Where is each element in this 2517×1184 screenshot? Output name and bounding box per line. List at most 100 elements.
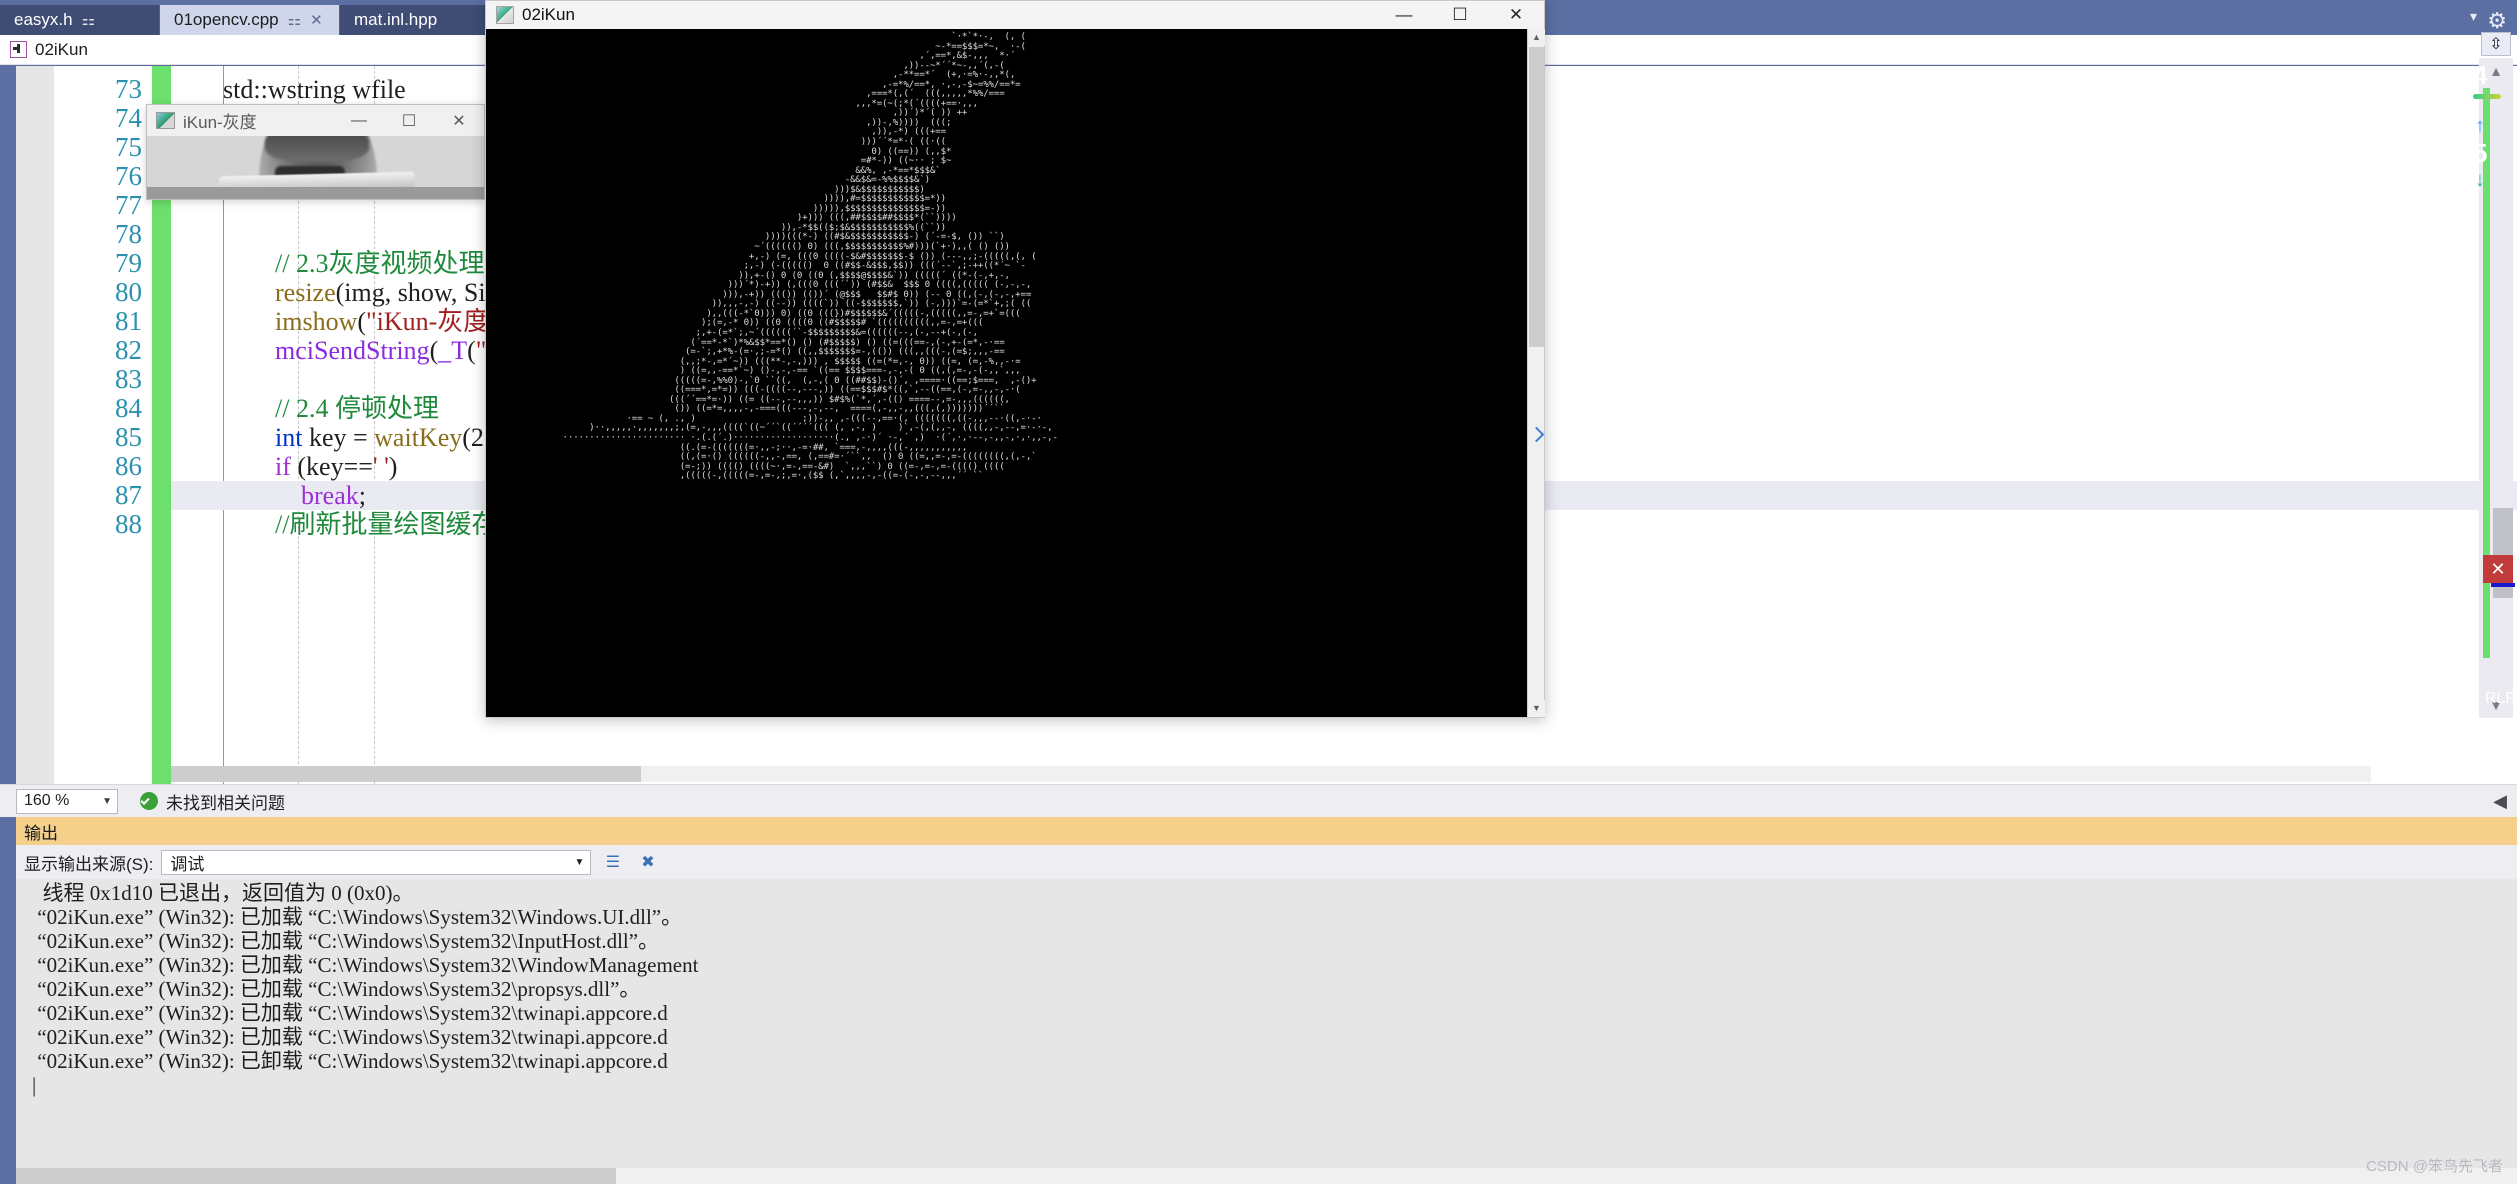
arrow-down-icon[interactable]: ↓ xyxy=(2471,169,2517,192)
close-icon[interactable]: ✕ xyxy=(2483,555,2513,583)
gear-icon[interactable]: ⚙ xyxy=(2487,8,2507,34)
code-token: (img, show, Siz xyxy=(335,278,498,307)
scroll-down-arrow[interactable]: ▼ xyxy=(1528,700,1545,717)
ikun-window-controls: — ☐ ✕ xyxy=(334,105,484,136)
caret-position-marker xyxy=(2491,583,2515,587)
code-token: int xyxy=(223,423,303,452)
minimize-icon[interactable]: — xyxy=(334,105,384,136)
chevron-down-icon[interactable]: ▾ xyxy=(2470,8,2477,25)
output-line: “02iKun.exe” (Win32): 已卸载 “C:\Windows\Sy… xyxy=(32,1049,668,1073)
watermark: CSDN @笨鸟先飞者 xyxy=(2366,1158,2503,1175)
console-window[interactable]: 02iKun — ☐ ✕ `·*`*·-, (, (~-*==$$$=*~, … xyxy=(485,0,1545,718)
code-token: ( xyxy=(467,336,476,365)
list-icon[interactable]: ☰ xyxy=(599,850,626,875)
scroll-up-arrow[interactable]: ▲ xyxy=(1528,29,1545,46)
minimize-icon[interactable]: — xyxy=(1376,1,1432,29)
image-window-icon xyxy=(156,112,175,129)
scrollbar-thumb[interactable] xyxy=(171,766,641,782)
code-token: ( xyxy=(357,307,367,336)
breakpoint-gutter[interactable] xyxy=(16,66,54,784)
output-source-select[interactable]: 调试 ▼ xyxy=(161,849,592,875)
badge-count-bottom: 5 xyxy=(2473,138,2488,168)
chevron-down-icon[interactable]: ▼ xyxy=(574,857,584,868)
code-token: imshow xyxy=(223,307,358,336)
issue-status[interactable]: 未找到相关问题 xyxy=(140,789,285,814)
maximize-icon[interactable]: ☐ xyxy=(384,105,434,136)
line-number-gutter: 73 74 75 76 77 78 79 80 81 82 83 84 85 86 87 88 xyxy=(54,66,152,784)
code-token: mciSendString xyxy=(223,336,430,365)
code-token: resize xyxy=(223,278,336,307)
code-token: wstring xyxy=(267,75,346,104)
editor-horizontal-scrollbar[interactable] xyxy=(171,766,2371,782)
video-bottom-band xyxy=(147,187,484,199)
check-circle-icon xyxy=(140,792,158,810)
zoom-level-value: 160 % xyxy=(24,792,70,809)
close-icon[interactable]: ✕ xyxy=(1488,1,1544,29)
line-number: 78 xyxy=(115,219,142,249)
output-pane: 输出 显示输出来源(S): 调试 ▼ ☰ ✖ 线程 0x1d10 已退出，返回值… xyxy=(0,555,2517,1184)
code-token: // 2.4 停顿处理 xyxy=(223,394,439,423)
line-number: 77 xyxy=(115,190,142,220)
code-token: ; xyxy=(358,481,366,510)
code-token: key = xyxy=(302,423,375,452)
zoom-level-combobox[interactable]: 160 % ▼ xyxy=(16,788,118,814)
output-line: “02iKun.exe” (Win32): 已加载 “C:\Windows\Sy… xyxy=(32,1025,668,1049)
line-number: 88 xyxy=(115,509,142,539)
pin-icon[interactable]: ⚏ xyxy=(288,13,301,28)
ascii-art: `·*`*·-, (, ( ~-*==$$$=*~, ·-( ,´,==*,&$… xyxy=(562,32,1058,482)
output-line: “02iKun.exe” (Win32): 已加载 “C:\Windows\Sy… xyxy=(32,977,641,1001)
line-number: 82 xyxy=(115,335,142,365)
code-token: if xyxy=(223,452,291,481)
code-token: "iKun-灰度" xyxy=(366,307,500,336)
output-horizontal-scrollbar[interactable] xyxy=(16,1168,2517,1184)
code-token: std:: xyxy=(223,75,268,104)
code-token: (key== xyxy=(290,452,373,481)
output-pane-toolbar: 显示输出来源(S): 调试 ▼ ☰ ✖ xyxy=(16,845,2517,879)
output-pane-title: 输出 xyxy=(24,823,58,843)
line-number: 73 xyxy=(115,74,142,104)
tab-mat-inl-hpp[interactable]: mat.inl.hpp xyxy=(340,5,490,35)
line-number: 74 xyxy=(115,103,142,133)
output-line: “02iKun.exe” (Win32): 已加载 “C:\Windows\Sy… xyxy=(32,953,699,977)
tab-label: 01opencv.cpp xyxy=(174,10,279,29)
scrollbar-thumb[interactable] xyxy=(1529,47,1544,347)
arrow-up-icon[interactable]: ↑ xyxy=(2471,115,2517,138)
ikun-window-title: iKun-灰度 xyxy=(183,113,257,132)
screen-root: easyx.h ⚏ 01opencv.cpp ⚏ ✕ mat.inl.hpp 0… xyxy=(0,0,2517,1184)
line-number: 84 xyxy=(115,393,142,423)
pin-icon[interactable]: ⚏ xyxy=(82,13,95,28)
console-vertical-scrollbar[interactable]: ▲ ▼ xyxy=(1527,29,1545,717)
tab-label: easyx.h xyxy=(14,10,73,29)
close-icon[interactable]: ✕ xyxy=(434,105,484,136)
output-text-area[interactable]: 线程 0x1d10 已退出，返回值为 0 (0x0)。 “02iKun.exe”… xyxy=(16,879,2517,1184)
chevron-down-icon[interactable]: ▼ xyxy=(102,796,112,807)
badge-meter xyxy=(2473,94,2501,99)
console-titlebar[interactable]: 02iKun — ☐ ✕ xyxy=(486,1,1544,29)
tab-01opencv-cpp[interactable]: 01opencv.cpp ⚏ ✕ xyxy=(160,5,340,35)
nav-back-icon[interactable]: ◀ xyxy=(2493,791,2507,812)
scroll-marker-icon xyxy=(1528,426,1545,443)
line-number: 79 xyxy=(115,248,142,278)
maximize-icon[interactable]: ☐ xyxy=(1432,1,1488,29)
console-output-area[interactable]: `·*`*·-, (, ( ~-*==$$$=*~, ·-( ,´,==*,&$… xyxy=(486,29,1544,717)
ikun-window-titlebar[interactable]: iKun-灰度 — ☐ ✕ xyxy=(147,105,484,136)
close-icon[interactable]: ✕ xyxy=(310,13,323,28)
issue-status-label: 未找到相关问题 xyxy=(166,793,285,813)
code-token: wfile xyxy=(345,75,406,104)
ikun-grayscale-window[interactable]: iKun-灰度 — ☐ ✕ xyxy=(146,104,485,200)
scrollbar-thumb[interactable] xyxy=(16,1168,616,1184)
tab-easyx-h[interactable]: easyx.h ⚏ xyxy=(0,5,160,35)
output-line: 线程 0x1d10 已退出，返回值为 0 (0x0)。 xyxy=(32,881,414,905)
console-window-controls: — ☐ ✕ xyxy=(1376,1,1544,29)
tab-label: mat.inl.hpp xyxy=(354,10,438,29)
output-lines: 线程 0x1d10 已退出，返回值为 0 (0x0)。 “02iKun.exe”… xyxy=(16,881,2517,1073)
output-pane-header: 输出 xyxy=(16,817,2517,845)
line-number: 86 xyxy=(115,451,142,481)
project-icon xyxy=(10,41,27,58)
editor-right-chrome: ▾ ⚙ ⇳ ▲ ▼ 4 ↑ 5 ↓ RLF xyxy=(2470,0,2517,784)
output-source-label: 显示输出来源(S): xyxy=(24,854,154,874)
line-number: 80 xyxy=(115,277,142,307)
split-view-button[interactable]: ⇳ xyxy=(2481,32,2511,56)
video-subject-hat xyxy=(265,136,369,162)
clear-icon[interactable]: ✖ xyxy=(634,850,661,875)
